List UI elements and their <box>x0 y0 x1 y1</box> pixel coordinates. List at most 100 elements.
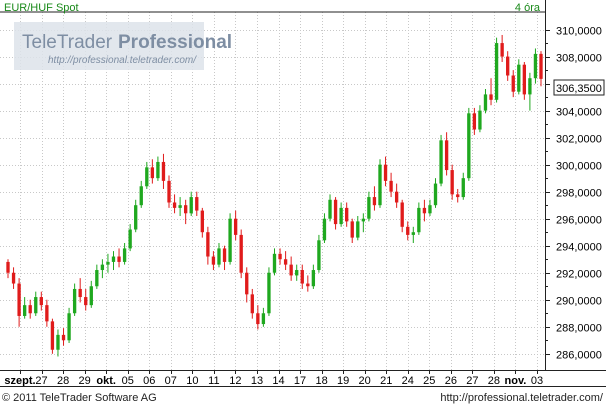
candle-body <box>89 286 93 306</box>
candle-body <box>184 205 188 214</box>
candle-body <box>161 161 166 181</box>
y-tick-label: 288,0000 <box>556 323 602 335</box>
candle-body <box>483 94 488 111</box>
candle-body <box>39 297 43 306</box>
candle-body <box>50 321 55 350</box>
interval-label: 4 óra <box>515 2 541 14</box>
y-tick-label: 304,0000 <box>556 107 602 119</box>
candle-body <box>356 221 360 238</box>
x-tick-label: 03 <box>531 375 543 387</box>
candle-body <box>350 221 354 238</box>
candle-body <box>295 270 299 276</box>
candle-body <box>222 248 227 262</box>
last-price-label: 306,3500 <box>556 83 602 95</box>
candle-body <box>383 164 388 181</box>
candle-body <box>61 334 66 341</box>
candle-body <box>45 305 49 322</box>
candle-body <box>245 272 249 295</box>
candle-body <box>189 197 193 214</box>
y-tick-label: 292,0000 <box>556 269 602 281</box>
y-tick-label: 294,0000 <box>556 242 602 254</box>
candle-body <box>200 210 204 233</box>
candle-body <box>467 113 471 179</box>
candle-body <box>272 253 277 273</box>
candle-body <box>267 272 271 314</box>
candle-body <box>517 64 521 92</box>
copyright-text: © 2011 TeleTrader Software AG <box>2 392 157 404</box>
candle-body <box>433 183 438 206</box>
candle-body <box>134 205 138 230</box>
candle-body <box>333 199 338 225</box>
x-tick-label: szept. <box>4 375 35 387</box>
candle-body <box>372 197 377 206</box>
candle-body <box>289 264 293 276</box>
candle-body <box>317 240 321 271</box>
instrument-title: EUR/HUF Spot <box>4 2 79 14</box>
x-tick-label: 27 <box>35 375 47 387</box>
candle-body <box>345 207 349 222</box>
candle-body <box>439 140 443 184</box>
candle-body <box>122 248 127 262</box>
candlestick-chart: TeleTrader Professional http://professio… <box>0 0 606 406</box>
candle-body <box>250 294 254 314</box>
chart-window: TeleTrader Professional http://professio… <box>0 0 606 406</box>
x-tick-label: 14 <box>272 375 284 387</box>
candle-body <box>17 283 21 316</box>
y-tick-label: 310,0000 <box>556 26 602 38</box>
candle-body <box>178 205 182 208</box>
candle-body <box>400 202 404 227</box>
candle-body <box>478 110 482 130</box>
y-tick-label: 302,0000 <box>556 134 602 146</box>
candle-body <box>444 140 449 171</box>
x-tick-label: 06 <box>143 375 155 387</box>
candle-body <box>6 261 10 273</box>
candle-body <box>378 164 382 206</box>
y-tick-label: 290,0000 <box>556 296 602 308</box>
candle-body <box>311 270 316 287</box>
candle-body <box>233 218 238 235</box>
candle-body <box>67 313 71 341</box>
x-tick-label: 27 <box>466 375 478 387</box>
candle-body <box>150 167 155 179</box>
candle-body <box>228 218 232 262</box>
candle-body <box>78 288 82 298</box>
candle-body <box>84 297 88 306</box>
y-tick-label: 298,0000 <box>556 188 602 200</box>
y-tick-label: 296,0000 <box>556 215 602 227</box>
candle-body <box>56 334 60 350</box>
x-tick-label: 07 <box>165 375 177 387</box>
x-tick-label: 24 <box>402 375 414 387</box>
candle-body <box>211 256 216 265</box>
watermark-url: http://professional.teletrader.com/ <box>48 55 197 66</box>
x-tick-label: 10 <box>186 375 198 387</box>
candle-body <box>361 218 365 222</box>
candle-body <box>156 161 160 179</box>
x-tick-label: 28 <box>488 375 500 387</box>
footer-url: http://professional.teletrader.com/ <box>440 392 604 404</box>
x-tick-label: 25 <box>423 375 435 387</box>
candle-body <box>394 191 399 203</box>
candle-body <box>456 194 460 198</box>
x-tick-label: 12 <box>229 375 241 387</box>
candle-body <box>389 180 393 192</box>
candle-body <box>328 199 332 219</box>
candle-body <box>100 264 105 271</box>
candle-body <box>11 272 16 284</box>
candle-body <box>539 53 543 79</box>
candle-body <box>494 43 499 100</box>
candle-body <box>306 283 310 287</box>
x-tick-label: 17 <box>294 375 306 387</box>
y-tick-label: 308,0000 <box>556 53 602 65</box>
candle-body <box>117 256 121 262</box>
candle-body <box>522 64 527 95</box>
candle-body <box>239 234 243 273</box>
candle-body <box>217 248 221 265</box>
x-tick-label: 21 <box>380 375 392 387</box>
candle-body <box>411 232 415 235</box>
candle-body <box>22 305 27 316</box>
candle-body <box>528 78 532 95</box>
candle-body <box>339 207 343 225</box>
candle-body <box>95 270 99 287</box>
candle-body <box>422 207 427 214</box>
x-tick-label: 11 <box>208 375 219 387</box>
